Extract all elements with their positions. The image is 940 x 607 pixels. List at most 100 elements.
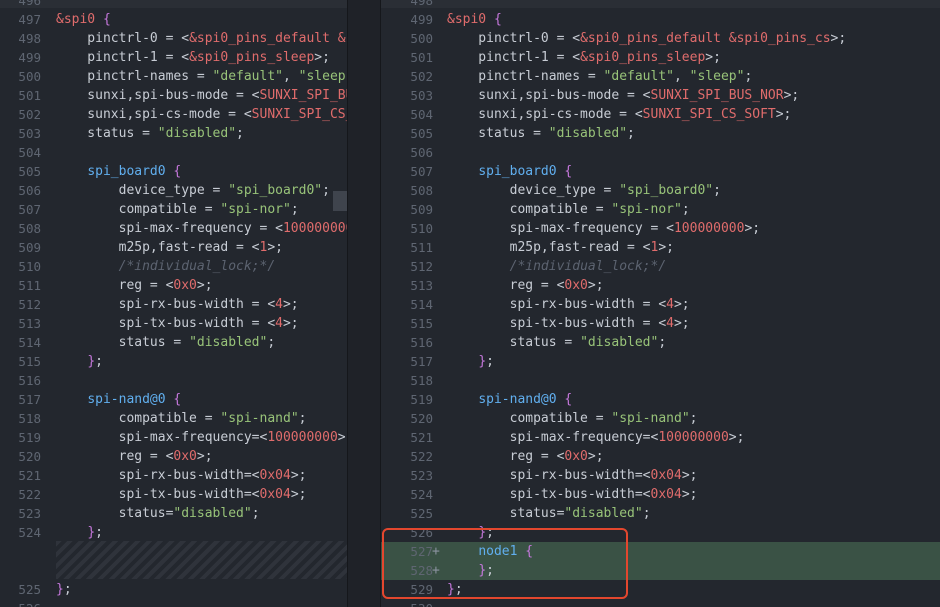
- code-line[interactable]: 512 /*individual_lock;*/: [381, 257, 940, 276]
- code-line[interactable]: 503 status = "disabled";: [0, 124, 347, 143]
- line-number: 501: [18, 88, 41, 103]
- code-line[interactable]: 512 spi-rx-bus-width = <4>;: [0, 295, 347, 314]
- line-number: 500: [410, 31, 433, 46]
- code-line[interactable]: 515 };: [0, 352, 347, 371]
- code-line[interactable]: 502 pinctrl-names = "default", "sleep";: [381, 67, 940, 86]
- code-token: 4: [275, 316, 283, 331]
- code-line[interactable]: 498 pinctrl-0 = <&spi0_pins_default &s: [0, 29, 347, 48]
- line-number: 499: [18, 50, 41, 65]
- line-number: 515: [410, 316, 433, 331]
- code-line[interactable]: 524 spi-tx-bus-width=<0x04>;: [381, 485, 940, 504]
- code-line[interactable]: 519 spi-max-frequency=<100000000>;: [0, 428, 347, 447]
- code-text: sunxi,spi-cs-mode = <SUNXI_SPI_CS_SOFT>;: [447, 105, 791, 124]
- right-diff-pane[interactable]: 498 499 &spi0 {500 pinctrl-0 = <&spi0_pins…: [381, 0, 940, 607]
- code-line[interactable]: 522 spi-tx-bus-width=<0x04>;: [0, 485, 347, 504]
- code-line[interactable]: 514 spi-rx-bus-width = <4>;: [381, 295, 940, 314]
- code-line[interactable]: 517 };: [381, 352, 940, 371]
- code-token: "spi-nand": [220, 411, 299, 426]
- code-line[interactable]: 516: [0, 371, 347, 390]
- code-token: "spi_board0": [228, 183, 323, 198]
- code-token: {: [486, 12, 502, 27]
- code-line[interactable]: 515 spi-tx-bus-width = <4>;: [381, 314, 940, 333]
- code-line[interactable]: 497 &spi0 {: [0, 10, 347, 29]
- code-line[interactable]: 530: [381, 599, 940, 607]
- code-line[interactable]: 526: [0, 599, 347, 607]
- code-text: };: [56, 352, 103, 371]
- code-token: >;: [337, 430, 347, 445]
- line-number: 505: [410, 126, 433, 141]
- code-text: pinctrl-0 = <&spi0_pins_default &spi0_pi…: [447, 29, 846, 48]
- code-line[interactable]: 506: [381, 143, 940, 162]
- code-line[interactable]: 505 status = "disabled";: [381, 124, 940, 143]
- code-line[interactable]: 521 spi-rx-bus-width=<0x04>;: [0, 466, 347, 485]
- code-line[interactable]: 505 spi_board0 {: [0, 162, 347, 181]
- code-text: sunxi,spi-bus-mode = <SUNXI_SPI_BU: [56, 86, 347, 105]
- code-line[interactable]: 514 status = "disabled";: [0, 333, 347, 352]
- line-number: 510: [18, 259, 41, 274]
- code-line[interactable]: 501 sunxi,spi-bus-mode = <SUNXI_SPI_BU: [0, 86, 347, 105]
- code-line[interactable]: 500 pinctrl-0 = <&spi0_pins_default &spi…: [381, 29, 940, 48]
- code-line[interactable]: 513 spi-tx-bus-width = <4>;: [0, 314, 347, 333]
- code-line[interactable]: 520 compatible = "spi-nand";: [381, 409, 940, 428]
- code-line[interactable]: 500 pinctrl-names = "default", "sleep": [0, 67, 347, 86]
- code-line[interactable]: 509 compatible = "spi-nor";: [381, 200, 940, 219]
- code-text: spi-tx-bus-width=<0x04>;: [447, 485, 698, 504]
- code-line[interactable]: 516 status = "disabled";: [381, 333, 940, 352]
- code-line[interactable]: 518: [381, 371, 940, 390]
- code-line[interactable]: 518 compatible = "spi-nand";: [0, 409, 347, 428]
- code-line[interactable]: 525};: [0, 580, 347, 599]
- code-line[interactable]: 509 m25p,fast-read = <1>;: [0, 238, 347, 257]
- code-line[interactable]: 510 spi-max-frequency = <100000000>;: [381, 219, 940, 238]
- code-line[interactable]: 519 spi-nand@0 {: [381, 390, 940, 409]
- code-line[interactable]: 506 device_type = "spi_board0";: [0, 181, 347, 200]
- code-line[interactable]: 503 sunxi,spi-bus-mode = <SUNXI_SPI_BUS_…: [381, 86, 940, 105]
- line-number: 503: [410, 88, 433, 103]
- code-line[interactable]: 498: [381, 0, 940, 10]
- code-line[interactable]: 504: [0, 143, 347, 162]
- code-line[interactable]: 520 reg = <0x0>;: [0, 447, 347, 466]
- code-line[interactable]: 517 spi-nand@0 {: [0, 390, 347, 409]
- code-line[interactable]: 513 reg = <0x0>;: [381, 276, 940, 295]
- code-line[interactable]: 521 spi-max-frequency=<100000000>;: [381, 428, 940, 447]
- code-token: &spi0_pins_sleep: [189, 50, 315, 65]
- code-line[interactable]: 501 pinctrl-1 = <&spi0_pins_sleep>;: [381, 48, 940, 67]
- line-number: 502: [410, 69, 433, 84]
- code-token: 100000000: [658, 430, 729, 445]
- code-line[interactable]: 522 reg = <0x0>;: [381, 447, 940, 466]
- code-token: ;: [290, 202, 299, 217]
- code-line[interactable]: 499 pinctrl-1 = <&spi0_pins_sleep>;: [0, 48, 347, 67]
- line-number: 499: [410, 12, 433, 27]
- code-text: spi-rx-bus-width=<0x04>;: [447, 466, 698, 485]
- code-token: spi-max-frequency = <: [56, 221, 283, 236]
- left-diff-pane[interactable]: 496 497 &spi0 {498 pinctrl-0 = <&spi0_pins…: [0, 0, 347, 607]
- code-token: pinctrl-1 = <: [56, 50, 190, 65]
- code-line[interactable]: 496: [0, 0, 347, 10]
- code-line[interactable]: 511 reg = <0x0>;: [0, 276, 347, 295]
- code-line[interactable]: 508 spi-max-frequency = <100000000: [0, 219, 347, 238]
- code-line[interactable]: 523 spi-rx-bus-width=<0x04>;: [381, 466, 940, 485]
- code-line[interactable]: 507 compatible = "spi-nor";: [0, 200, 347, 219]
- code-line[interactable]: 523 status="disabled";: [0, 504, 347, 523]
- code-token: ;: [267, 335, 276, 350]
- code-line[interactable]: 511 m25p,fast-read = <1>;: [381, 238, 940, 257]
- code-text: reg = <0x0>;: [56, 276, 213, 295]
- code-line[interactable]: 510 /*individual_lock;*/: [0, 257, 347, 276]
- code-line[interactable]: 524 };: [0, 523, 347, 542]
- scroll-thumb[interactable]: [333, 191, 347, 211]
- line-number: 513: [18, 316, 41, 331]
- code-text: m25p,fast-read = <1>;: [56, 238, 283, 257]
- code-line[interactable]: 502 sunxi,spi-cs-mode = <SUNXI_SPI_CS_: [0, 105, 347, 124]
- code-token: ;: [236, 126, 244, 141]
- code-token: "disabled": [173, 506, 252, 521]
- code-line[interactable]: 508 device_type = "spi_board0";: [381, 181, 940, 200]
- code-line[interactable]: 504 sunxi,spi-cs-mode = <SUNXI_SPI_CS_SO…: [381, 105, 940, 124]
- code-line[interactable]: 507 spi_board0 {: [381, 162, 940, 181]
- code-token: >;: [658, 240, 674, 255]
- line-number: 517: [18, 392, 41, 407]
- code-text: };: [447, 352, 494, 371]
- code-line[interactable]: 499 &spi0 {: [381, 10, 940, 29]
- code-line[interactable]: 525 status="disabled";: [381, 504, 940, 523]
- line-number: 509: [18, 240, 41, 255]
